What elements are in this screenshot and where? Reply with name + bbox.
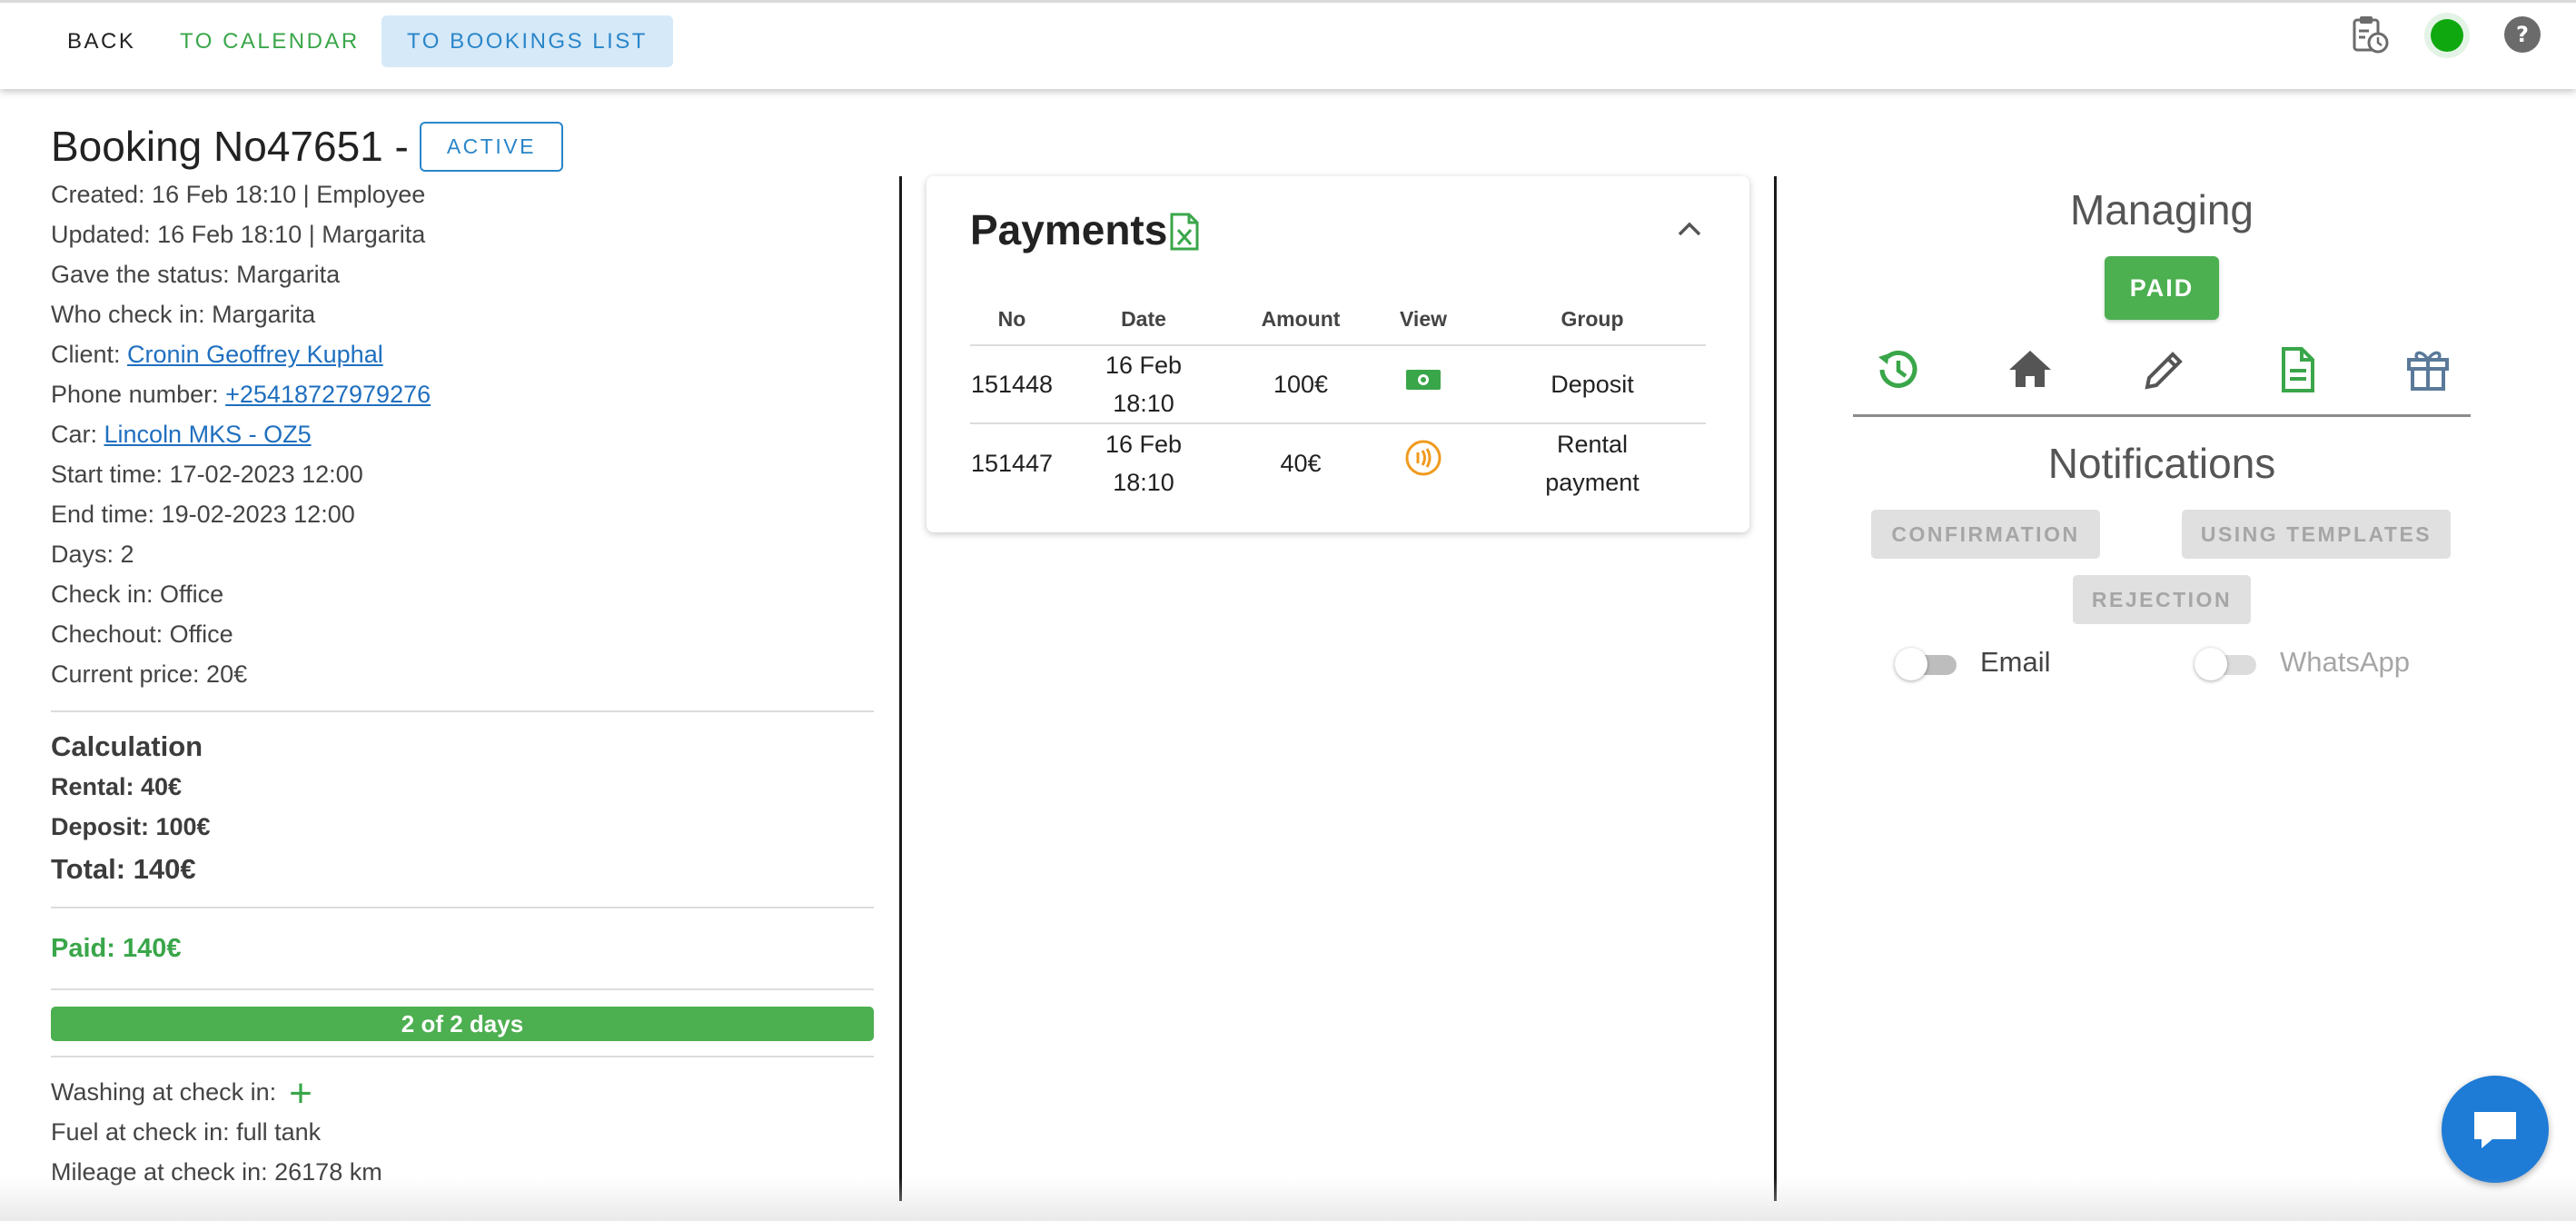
booking-details: Booking No47651 - ACTIVE Created: 16 Feb… (51, 118, 874, 1192)
bottom-shade (0, 1177, 2576, 1221)
divider (1853, 414, 2471, 417)
top-bar: BACK TO CALENDAR TO BOOKINGS LIST ? (0, 0, 2576, 89)
updated-line: Updated: 16 Feb 18:10 | Margarita (51, 221, 426, 248)
phone-line: Phone number: +25418727979276 (51, 374, 874, 414)
chat-button[interactable] (2442, 1076, 2549, 1183)
car-line: Car: Lincoln MKS - OZ5 (51, 414, 874, 454)
payment-group: Deposit (1479, 345, 1706, 424)
phone-label: Phone number: (51, 381, 226, 408)
payment-group: Rental payment (1545, 430, 1640, 496)
contactless-icon[interactable] (1404, 439, 1442, 477)
whatsapp-toggle[interactable] (2195, 644, 2258, 680)
clipboard-clock-icon[interactable] (2349, 14, 2391, 55)
cash-icon[interactable] (1405, 367, 1442, 392)
total-line: Total: 140€ (51, 853, 196, 885)
check-in-line: Check in: Office (51, 581, 224, 608)
status-badge[interactable]: ACTIVE (419, 121, 563, 172)
email-label: Email (1980, 646, 2051, 678)
payments-title: Payments (970, 206, 1168, 253)
days-line: Days: 2 (51, 541, 134, 568)
gift-icon[interactable] (2403, 345, 2452, 394)
client-line: Client: Cronin Geoffrey Kuphal (51, 334, 874, 374)
column-header: Group (1479, 294, 1706, 346)
end-time-line: End time: 19-02-2023 12:00 (51, 501, 355, 528)
to-calendar-button[interactable]: TO CALENDAR (154, 15, 385, 67)
managing-title: Managing (2069, 186, 2254, 233)
divider (51, 710, 874, 712)
online-status-dot (2424, 13, 2470, 58)
payments-header-row: No Date Amount View Group (970, 294, 1706, 346)
progress-label: 2 of 2 days (401, 1010, 524, 1037)
document-icon[interactable] (2273, 345, 2322, 394)
table-row[interactable]: 151448 16 Feb 18:10 100€ Deposit (970, 345, 1706, 424)
payment-view[interactable] (1368, 423, 1479, 501)
to-bookings-list-button[interactable]: TO BOOKINGS LIST (381, 15, 673, 67)
payment-number: 151448 (970, 345, 1054, 424)
days-progress-bar: 2 of 2 days (51, 1007, 874, 1041)
notification-controls: CONFIRMATION USING TEMPLATES REJECTION E… (1853, 491, 2471, 691)
excel-export-icon[interactable] (1169, 213, 1200, 251)
table-row[interactable]: 151447 16 Feb 18:10 40€ Rental payment (970, 423, 1706, 501)
payments-card: Payments No Date Amount View Group 15144… (926, 176, 1749, 532)
calculation-title: Calculation (51, 730, 203, 762)
car-label: Car: (51, 421, 104, 448)
email-toggle[interactable] (1895, 644, 1958, 680)
notifications-title: Notifications (2047, 440, 2276, 487)
start-time-line: Start time: 17-02-2023 12:00 (51, 461, 363, 488)
back-button[interactable]: BACK (42, 15, 161, 67)
home-icon[interactable] (2006, 345, 2055, 394)
car-link[interactable]: Lincoln MKS - OZ5 (104, 421, 312, 448)
client-label: Client: (51, 341, 128, 368)
booking-title: Booking No47651 - (51, 123, 409, 170)
action-icons (1853, 336, 2471, 409)
payment-view[interactable] (1368, 345, 1479, 424)
payment-date: 16 Feb 18:10 (1105, 430, 1183, 496)
deposit-line: Deposit: 100€ (51, 813, 211, 840)
washing-line: Washing at check in: + (51, 1072, 874, 1113)
washing-label: Washing at check in: (51, 1078, 277, 1106)
svg-text:?: ? (2516, 22, 2529, 47)
payment-amount: 40€ (1280, 449, 1322, 477)
chevron-up-icon[interactable] (1677, 220, 1702, 238)
gave-status-line: Gave the status: Margarita (51, 261, 341, 288)
column-header: Amount (1234, 294, 1368, 346)
using-templates-button[interactable]: USING TEMPLATES (2182, 510, 2451, 559)
payment-number: 151447 (970, 449, 1054, 477)
history-icon[interactable] (1873, 345, 1922, 394)
divider (51, 988, 874, 990)
fuel-line: Fuel at check in: full tank (51, 1118, 322, 1146)
whatsapp-label: WhatsApp (2280, 646, 2411, 678)
column-header: Date (1054, 294, 1234, 346)
column-header: View (1368, 294, 1479, 346)
column-divider (899, 176, 902, 1201)
column-header: No (970, 294, 1054, 346)
payment-date: 16 Feb 18:10 (1054, 345, 1234, 424)
payment-amount: 100€ (1234, 345, 1368, 424)
current-price-line: Current price: 20€ (51, 660, 248, 688)
who-check-in-line: Who check in: Margarita (51, 301, 316, 328)
add-washing-icon[interactable]: + (289, 1073, 312, 1113)
rejection-button[interactable]: REJECTION (2073, 575, 2251, 624)
paid-line: Paid: 140€ (51, 934, 182, 963)
payments-table: No Date Amount View Group 151448 16 Feb 1… (970, 294, 1706, 501)
edit-icon[interactable] (2140, 345, 2189, 394)
managing-panel: Managing PAID Notifications CONFIRMATION… (1853, 176, 2471, 691)
rental-line: Rental: 40€ (51, 773, 183, 800)
help-icon[interactable]: ? (2502, 14, 2543, 55)
paid-button[interactable]: PAID (2105, 256, 2219, 320)
created-line: Created: 16 Feb 18:10 | Employee (51, 181, 426, 208)
client-link[interactable]: Cronin Geoffrey Kuphal (127, 341, 383, 368)
phone-link[interactable]: +25418727979276 (225, 381, 431, 408)
divider (51, 1056, 874, 1057)
chat-icon (2474, 1112, 2516, 1148)
column-divider (1774, 176, 1777, 1201)
confirmation-button[interactable]: CONFIRMATION (1871, 510, 2100, 559)
checkout-line: Chechout: Office (51, 620, 233, 648)
